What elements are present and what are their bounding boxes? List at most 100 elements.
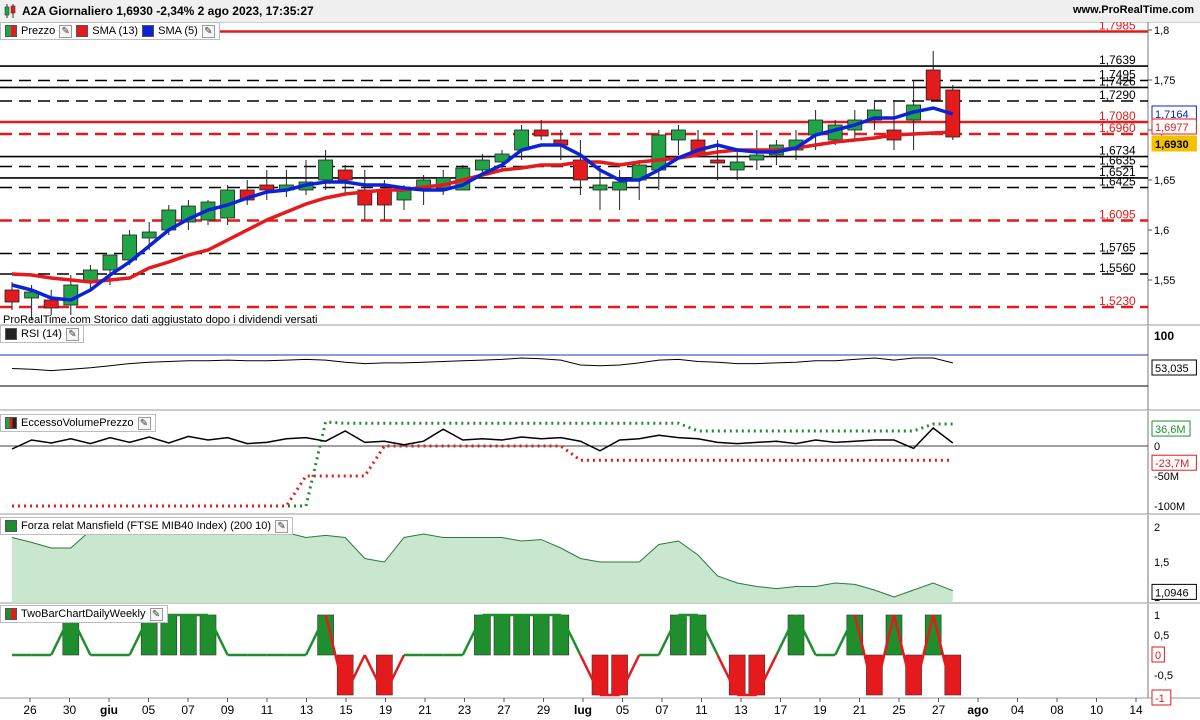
wrench-icon[interactable]: ✎ <box>275 519 289 533</box>
rsi-line <box>11 357 953 372</box>
twobar-up-bar[interactable] <box>474 614 491 656</box>
rsi-value-label: 53,035 <box>1155 363 1189 375</box>
mansfield-value-label: 1,0946 <box>1155 587 1189 599</box>
wrench-icon[interactable]: ✎ <box>137 416 151 430</box>
mansfield-legend-label: Forza relat Mansfield (FTSE MIB40 Index)… <box>21 520 272 532</box>
price-panel[interactable]: 1,81,751,71,651,61,551,79851,76391,74951… <box>0 22 1200 326</box>
x-axis-label: 11 <box>261 703 274 717</box>
candle[interactable] <box>337 169 353 181</box>
twobar-swatch-icon <box>5 608 17 620</box>
twobar-legend[interactable]: TwoBarChartDailyWeekly ✎ <box>0 605 168 623</box>
volume-legend-label: EccessoVolumePrezzo <box>21 417 134 429</box>
x-axis-label: 14 <box>1129 703 1143 717</box>
candle[interactable] <box>318 159 334 181</box>
twobar-up-bar[interactable] <box>689 614 707 656</box>
x-axis-label: 07 <box>655 703 669 717</box>
candle[interactable] <box>592 184 608 191</box>
wrench-icon[interactable]: ✎ <box>149 607 163 621</box>
chart-canvas[interactable]: 1,81,751,71,651,61,551,79851,76391,74951… <box>0 22 1200 720</box>
x-axis-label: 17 <box>774 703 788 717</box>
twobar-down-bar[interactable] <box>748 654 766 696</box>
x-axis-label: 23 <box>458 703 472 717</box>
candle[interactable] <box>533 129 549 137</box>
twobar-zero-label: 0 <box>1155 650 1161 662</box>
candle[interactable] <box>141 231 157 239</box>
mansfield-legend[interactable]: Forza relat Mansfield (FTSE MIB40 Index)… <box>0 517 294 535</box>
mansfield-area <box>12 527 953 603</box>
level-label: 1,5560 <box>1099 261 1136 275</box>
twobar-up-bar[interactable] <box>493 614 511 656</box>
mansfield-swatch-icon <box>5 520 17 532</box>
twobar-minus-one-label: -1 <box>1155 693 1165 705</box>
wrench-icon[interactable]: ✎ <box>65 327 79 341</box>
volume-panel[interactable]: 0 -50M -100M 36,6M -23,7M <box>0 411 1200 515</box>
volume-lower-label: -23,7M <box>1155 458 1189 470</box>
candle[interactable] <box>749 154 765 161</box>
twobar-down-bar[interactable] <box>376 654 393 696</box>
volume-swatch-icon <box>5 417 17 429</box>
wrench-icon[interactable]: ✎ <box>59 24 73 38</box>
level-label: 1,5230 <box>1099 294 1136 308</box>
twobar-up-bar[interactable] <box>199 614 217 656</box>
x-axis-label: 11 <box>695 703 708 717</box>
volume-lower-line <box>12 444 953 508</box>
candle[interactable] <box>710 159 725 164</box>
candle[interactable] <box>651 134 667 171</box>
x-axis-label: 07 <box>181 703 195 717</box>
twobar-down-bar[interactable] <box>591 654 609 696</box>
site-link[interactable]: www.ProRealTime.com <box>1073 4 1194 16</box>
twobar-up-bar[interactable] <box>180 614 197 656</box>
sma5-legend-label: SMA (5) <box>158 25 198 37</box>
candle[interactable] <box>612 181 627 191</box>
candle[interactable] <box>925 69 941 101</box>
x-axis-label: 10 <box>1090 703 1104 717</box>
twobar-up-bar[interactable] <box>532 614 550 656</box>
level-label: 1,6425 <box>1099 175 1136 189</box>
twobar-up-bar[interactable] <box>670 614 687 656</box>
volume-legend[interactable]: EccessoVolumePrezzo ✎ <box>0 414 156 432</box>
volume-axis-tick-label: -50M <box>1154 471 1179 483</box>
rsi-panel[interactable]: 100 53,035 <box>0 326 1200 411</box>
price-legend[interactable]: Prezzo ✎ SMA (13) SMA (5) ✎ <box>0 22 220 40</box>
x-axis-label: 09 <box>221 703 235 717</box>
rsi-legend[interactable]: RSI (14) ✎ <box>0 325 84 343</box>
sma13-value-label: 1,6977 <box>1155 122 1189 134</box>
candle[interactable] <box>63 284 79 306</box>
level-label: 1,7426 <box>1099 74 1136 88</box>
candle[interactable] <box>43 299 59 309</box>
x-axis-label: lug <box>574 703 592 717</box>
rsi-legend-label: RSI (14) <box>21 328 62 340</box>
sma5-line <box>11 106 954 302</box>
mansfield-axis-tick-label: 1,5 <box>1154 557 1169 569</box>
price-axis-tick-label: 1,8 <box>1154 25 1169 37</box>
candle[interactable] <box>4 289 20 303</box>
level-label: 1,7639 <box>1099 53 1136 67</box>
wrench-icon[interactable]: ✎ <box>201 24 215 38</box>
candle[interactable] <box>671 129 686 141</box>
x-axis-label: 26 <box>23 703 37 717</box>
price-axis-tick-label: 1,55 <box>1154 275 1175 287</box>
twobar-axis-tick-label: -0,5 <box>1154 670 1173 682</box>
twobar-up-bar[interactable] <box>787 614 805 656</box>
candle[interactable] <box>259 184 275 191</box>
x-axis-label: 30 <box>63 703 77 717</box>
twobar-panel[interactable]: 1 0,5 -0,5 0 -1 <box>0 604 1200 706</box>
twobar-down-bar[interactable] <box>611 654 628 696</box>
level-label: 1,6960 <box>1099 121 1136 135</box>
sma5-swatch-icon <box>142 25 155 37</box>
candle[interactable] <box>729 161 745 171</box>
x-axis-label: 29 <box>537 703 551 717</box>
candle[interactable] <box>102 254 118 271</box>
volume-upper-label: 36,6M <box>1155 424 1186 436</box>
twobar-up-bar[interactable] <box>513 614 530 656</box>
twobar-down-bar[interactable] <box>728 654 746 696</box>
x-axis-label: 08 <box>1050 703 1064 717</box>
x-axis-label: 04 <box>1011 703 1025 717</box>
twobar-up-bar[interactable] <box>552 614 570 656</box>
candle[interactable] <box>474 159 490 171</box>
x-axis-label: ago <box>967 703 988 717</box>
level-label: 1,5765 <box>1099 241 1136 255</box>
x-axis-label: 25 <box>892 703 906 717</box>
level-label: 1,6095 <box>1099 208 1136 222</box>
sma13-swatch-icon <box>76 25 89 37</box>
